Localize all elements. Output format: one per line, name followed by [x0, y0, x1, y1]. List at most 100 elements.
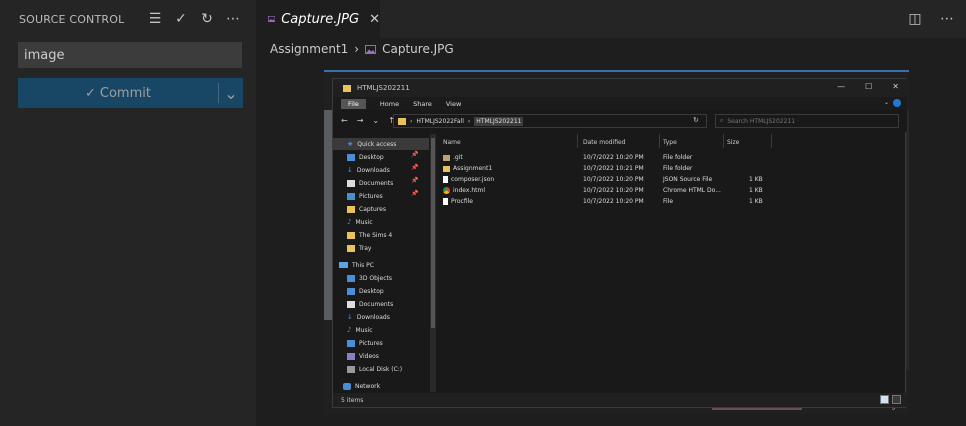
folder-icon	[347, 244, 355, 252]
view-as-tree-icon[interactable]: ☰	[146, 10, 164, 28]
download-icon: ↓	[347, 313, 353, 321]
image-file-icon	[268, 15, 276, 23]
desktop-icon	[347, 287, 355, 295]
large-icons-view-icon	[892, 395, 901, 404]
chrome-icon	[443, 187, 450, 194]
refresh-icon[interactable]: ↻	[198, 10, 216, 28]
nav-label: The Sims 4	[359, 231, 393, 239]
commit-check-icon[interactable]: ✓	[172, 10, 190, 28]
file-size: 1 KB	[749, 176, 763, 183]
column-name: Name	[443, 138, 461, 146]
nav-pictures: Pictures	[347, 190, 383, 202]
nav-downloads: ↓ Downloads	[347, 164, 390, 176]
breadcrumb-file[interactable]: Capture.JPG	[382, 42, 454, 56]
file-row: .git 10/7/2022 10:20 PM File folder	[437, 152, 877, 163]
computer-icon	[339, 262, 348, 268]
nav-label: Desktop	[359, 287, 384, 295]
file-name: .git	[453, 154, 463, 161]
nav-label: Desktop	[359, 153, 384, 161]
chevron-down-icon: ⌄	[883, 99, 889, 106]
view-buttons	[880, 395, 901, 404]
navigation-scrollbar	[430, 134, 436, 392]
forward-arrow-icon: →	[356, 116, 364, 125]
document-icon	[347, 300, 355, 308]
nav-label: Tray	[359, 244, 372, 252]
commit-button[interactable]: ✓ Commit	[18, 78, 218, 108]
navigation-pane: ★ Quick access Desktop 📌 ↓ Downloads 📌 Doc…	[333, 134, 429, 392]
tab-bar: Capture.JPG ✕ ◫ ⋯	[256, 0, 966, 38]
nav-label: Local Disk (C:)	[359, 365, 403, 373]
explorer-titlebar: HTMLJS202211 — ☐ ✕	[333, 79, 907, 97]
nav-label: Network	[355, 382, 381, 390]
ribbon-home: Home	[379, 99, 400, 108]
commit-dropdown-button[interactable]: ⌄	[219, 78, 243, 108]
close-icon[interactable]: ✕	[369, 12, 380, 27]
column-divider	[659, 134, 660, 148]
ribbon-file: File	[341, 98, 366, 109]
pictures-icon	[347, 192, 355, 200]
refresh-icon: ↻	[693, 116, 699, 124]
nav-local-disk: Local Disk (C:)	[347, 363, 402, 375]
ribbon-share: Share	[413, 99, 432, 108]
nav-tray: Tray	[347, 242, 371, 254]
file-name: Procfile	[451, 198, 473, 205]
network-icon	[343, 382, 351, 390]
folder-icon	[347, 231, 355, 239]
nav-desktop-pc: Desktop	[347, 285, 384, 297]
pictures-icon	[347, 339, 355, 347]
nav-label: Music	[355, 326, 373, 334]
panel-title: SOURCE CONTROL	[19, 12, 125, 26]
pin-icon: 📌	[411, 164, 419, 171]
file-row: composer.json 10/7/2022 10:20 PM JSON So…	[437, 174, 877, 185]
address-bar: › HTMLJS2022Fall › HTMLJS202211	[393, 114, 707, 128]
tab-capture-jpg[interactable]: Capture.JPG ✕	[256, 0, 380, 38]
folder-icon	[443, 165, 450, 172]
nav-label: Downloads	[356, 166, 390, 174]
nav-label: 3D Objects	[359, 274, 393, 282]
folder-icon	[347, 205, 355, 213]
nav-desktop: Desktop	[347, 151, 384, 163]
column-divider	[723, 134, 724, 148]
nav-label: Documents	[359, 300, 394, 308]
nav-label: Pictures	[359, 192, 383, 200]
nav-downloads-pc: ↓ Downloads	[347, 311, 390, 323]
check-icon: ✓	[85, 85, 96, 101]
close-icon: ✕	[892, 82, 899, 91]
document-icon	[347, 179, 355, 187]
file-date: 10/7/2022 10:20 PM	[583, 154, 644, 161]
split-editor-icon[interactable]: ◫	[906, 10, 924, 28]
column-type: Type	[663, 138, 677, 146]
nav-quick-access: ★ Quick access	[333, 138, 429, 150]
file-type: File	[663, 198, 674, 205]
minimize-icon: —	[837, 82, 846, 91]
chevron-down-icon: ⌄	[224, 83, 238, 103]
explorer-search: ⌕ Search HTMLJS202211	[715, 114, 899, 128]
breadcrumb-folder[interactable]: Assignment1	[270, 42, 348, 56]
pin-icon: 📌	[411, 151, 419, 158]
folder-icon	[398, 117, 406, 125]
file-row: index.html 10/7/2022 10:20 PM Chrome HTM…	[437, 185, 877, 196]
nav-captures: Captures	[347, 203, 386, 215]
scrollbar-thumb	[431, 138, 435, 328]
more-actions-icon[interactable]: ⋯	[938, 10, 956, 28]
more-actions-icon[interactable]: ⋯	[224, 10, 242, 28]
ribbon-view: View	[445, 99, 462, 108]
music-icon: ♪	[347, 326, 352, 334]
pin-icon: 📌	[411, 177, 419, 184]
nav-label: Documents	[359, 179, 394, 187]
file-type: Chrome HTML Do...	[663, 187, 721, 194]
item-count: 5 items	[341, 396, 364, 404]
column-date: Date modified	[583, 138, 626, 146]
details-view-icon	[880, 395, 889, 404]
explorer-ribbon: File Home Share View ⌄	[333, 97, 907, 110]
nav-3d-objects: 3D Objects	[347, 272, 392, 284]
help-icon	[893, 99, 901, 107]
file-type: File folder	[663, 165, 693, 172]
file-date: 10/7/2022 10:21 PM	[583, 165, 644, 172]
maximize-icon: ☐	[865, 82, 873, 91]
nav-this-pc: This PC	[339, 259, 374, 271]
search-icon: ⌕	[720, 117, 724, 124]
vscode-window: SOURCE CONTROL ☰ ✓ ↻ ⋯ ✓ Commit ⌄	[0, 0, 966, 426]
address-crumb-current: HTMLJS202211	[474, 116, 524, 126]
commit-message-input[interactable]	[18, 42, 242, 68]
